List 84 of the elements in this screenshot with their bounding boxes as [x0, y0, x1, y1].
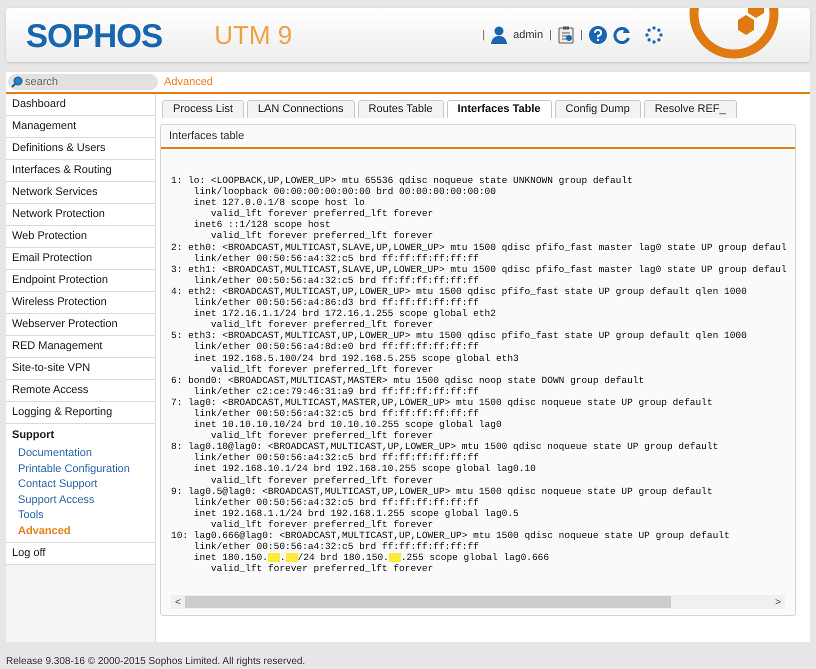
output-line: link/ether 00:50:56:a4:86:d3 brd ff:ff:ff:ff:ff:ff: [192, 297, 480, 308]
search-input[interactable]: search: [25, 74, 145, 90]
output-line: 9: lag0.5@lag0: <BROADCAST,MULTICAST,UP,LOWER_UP> mtu 1500 qdisc noqueue state UP group default: [171, 486, 714, 497]
separator: |: [549, 28, 552, 43]
sidebar-item[interactable]: Dashboard: [6, 94, 155, 116]
output-line: inet6 ::1/128 scope host: [192, 219, 332, 230]
sidebar-item[interactable]: RED Management: [6, 336, 155, 358]
output-line: valid_lft forever preferred_lft forever: [210, 563, 434, 574]
sidebar-item[interactable]: Interfaces & Routing: [6, 160, 155, 182]
sidebar-subitem[interactable]: Printable Configuration: [6, 462, 155, 477]
output-line: valid_lft forever preferred_lft forever: [210, 518, 434, 530]
output-line: valid_lft forever preferred_lft forever: [210, 208, 434, 220]
output-line: 10: lag0.666@lag0: <BROADCAST,MULTICAST,UP,LOWER_UP> mtu 1500 qdisc noqueue state UP group default: [171, 530, 731, 542]
sidebar-item[interactable]: Webserver Protection: [6, 314, 155, 336]
footer-text: Release 9.308-16 © 2000-2015 Sophos Limited. All rights reserved.: [6, 655, 306, 669]
username-link[interactable]: admin: [513, 26, 544, 44]
sidebar-item[interactable]: Definitions & Users: [6, 138, 155, 160]
output-line: valid_lft forever preferred_lft forever: [210, 364, 434, 375]
output-line: link/ether 00:50:56:a4:32:c5 brd ff:ff:ff:ff:ff:ff: [192, 496, 480, 508]
tab[interactable]: Interfaces Table: [446, 100, 552, 118]
tab[interactable]: Routes Table: [358, 100, 444, 118]
tab[interactable]: Resolve REF_: [644, 100, 737, 118]
output-line: inet 180.150. . /24 brd 180.150. .255 scope global lag0.666: [192, 552, 550, 564]
tab[interactable]: LAN Connections: [246, 100, 355, 118]
horizontal-scrollbar[interactable]: < >: [171, 595, 785, 609]
sidebar-item[interactable]: Logging & Reporting: [6, 402, 155, 424]
output-line: link/ether 00:50:56:a4:32:c5 brd ff:ff:ff:ff:ff:ff: [192, 408, 480, 420]
separator: |: [580, 28, 583, 43]
output-line: 4: eth2: <BROADCAST,MULTICAST,UP,LOWER_UP> mtu 1500 qdisc pfifo_fast state UP group default qlen 1000: [171, 286, 748, 298]
sidebar-item[interactable]: Wireless Protection: [6, 292, 155, 314]
output-line: link/loopback 00:00:00:00:00:00 brd 00:00:00:00:00:00: [192, 186, 497, 198]
output-line: inet 192.168.5.100/24 brd 192.168.5.255 scope global eth3: [192, 352, 520, 364]
sidebar-item[interactable]: Network Services: [6, 182, 155, 204]
search-icon: [11, 76, 23, 88]
tab[interactable]: Process List: [162, 100, 244, 118]
clipboard-icon[interactable]: [558, 26, 574, 44]
output-line: link/ether 00:50:56:a4:32:c5 brd ff:ff:ff:ff:ff:ff: [192, 541, 480, 552]
scroll-left-button[interactable]: <: [171, 594, 185, 610]
sidebar-item[interactable]: Site-to-site VPN: [6, 358, 155, 380]
tab[interactable]: Config Dump: [554, 100, 641, 118]
sidebar-item[interactable]: Endpoint Protection: [6, 270, 155, 292]
sidebar-subitem[interactable]: Documentation: [6, 446, 155, 462]
output-line: link/ether 00:50:56:a4:32:c5 brd ff:ff:ff:ff:ff:ff: [192, 274, 480, 286]
output-line: 1: lo: <LOOPBACK,UP,LOWER_UP> mtu 65536 qdisc noqueue state UNKNOWN group default: [171, 175, 634, 186]
breadcrumb: Advanced: [164, 74, 213, 90]
refresh-icon[interactable]: [612, 26, 631, 44]
output-line: inet 192.168.1.1/24 brd 192.168.1.255 scope global lag0.5: [192, 508, 520, 519]
user-icon[interactable]: [491, 26, 508, 44]
output-line: valid_lft forever preferred_lft forever: [210, 430, 434, 442]
separator: |: [482, 28, 486, 43]
logo-text: SOPHOS: [26, 18, 162, 52]
scroll-right-button[interactable]: >: [771, 594, 785, 610]
output-line: 7: lag0: <BROADCAST,MULTICAST,MASTER,UP,LOWER_UP> mtu 1500 qdisc noqueue state UP group default: [171, 396, 714, 408]
output-line: valid_lft forever preferred_lft forever: [210, 319, 434, 330]
output-line: 6: bond0: <BROADCAST,MULTICAST,MASTER> mtu 1500 qdisc noop state DOWN group default: [171, 374, 646, 386]
sidebar-item[interactable]: Management: [6, 116, 155, 138]
sidebar-item[interactable]: Log off: [6, 543, 155, 565]
sidebar-subitem[interactable]: Support Access: [6, 492, 155, 508]
search-field[interactable]: search: [8, 74, 158, 90]
output-line: link/ether 00:50:56:a4:8d:e0 brd ff:ff:ff:ff:ff:ff: [192, 341, 480, 352]
output-line: inet 127.0.0.1/8 scope host lo: [192, 197, 366, 208]
output-line: 5: eth3: <BROADCAST,MULTICAST,UP,LOWER_UP> mtu 1500 qdisc pfifo_fast state UP group default qlen 1000: [171, 330, 748, 342]
output-line: 2: eth0: <BROADCAST,MULTICAST,SLAVE,UP,LOWER_UP> mtu 1500 qdisc pfifo_fast master lag0 state UP group defaul: [171, 242, 788, 253]
sidebar-item[interactable]: Web Protection: [6, 226, 155, 248]
sidebar-subitem[interactable]: Contact Support: [6, 477, 155, 492]
sidebar-subitem[interactable]: Tools: [6, 508, 155, 524]
output-line: valid_lft forever preferred_lft forever: [210, 230, 434, 242]
scrollbar-thumb[interactable]: [184, 596, 672, 608]
sidebar-item[interactable]: Remote Access: [6, 380, 155, 402]
output-line: inet 10.10.10.10/24 brd 10.10.10.255 scope global lag0: [192, 419, 503, 430]
output-line: valid_lft forever preferred_lft forever: [210, 474, 434, 486]
panel-title: Interfaces table: [169, 128, 244, 144]
spinner-icon: [644, 26, 663, 44]
output-line: inet 192.168.10.1/24 brd 192.168.10.255 scope global lag0.10: [192, 463, 537, 475]
output-line: link/ether 00:50:56:a4:32:c5 brd ff:ff:ff:ff:ff:ff: [192, 452, 480, 464]
sidebar-item[interactable]: Network Protection: [6, 204, 155, 226]
help-icon[interactable]: [588, 26, 607, 44]
output-line: link/ether 00:50:56:a4:32:c5 brd ff:ff:ff:ff:ff:ff: [192, 252, 480, 264]
sidebar-item[interactable]: Email Protection: [6, 248, 155, 270]
output-line: 8: lag0.10@lag0: <BROADCAST,MULTICAST,UP,LOWER_UP> mtu 1500 qdisc noqueue state UP group default: [171, 441, 720, 452]
output-line: 3: eth1: <BROADCAST,MULTICAST,SLAVE,UP,LOWER_UP> mtu 1500 qdisc pfifo_fast master lag0 state UP group defaul: [171, 264, 788, 275]
product-name: UTM 9: [214, 22, 292, 48]
output-line: link/ether c2:ce:79:46:31:a9 brd ff:ff:ff:ff:ff:ff: [192, 386, 480, 397]
output-line: inet 172.16.1.1/24 brd 172.16.1.255 scope global eth2: [192, 308, 497, 320]
